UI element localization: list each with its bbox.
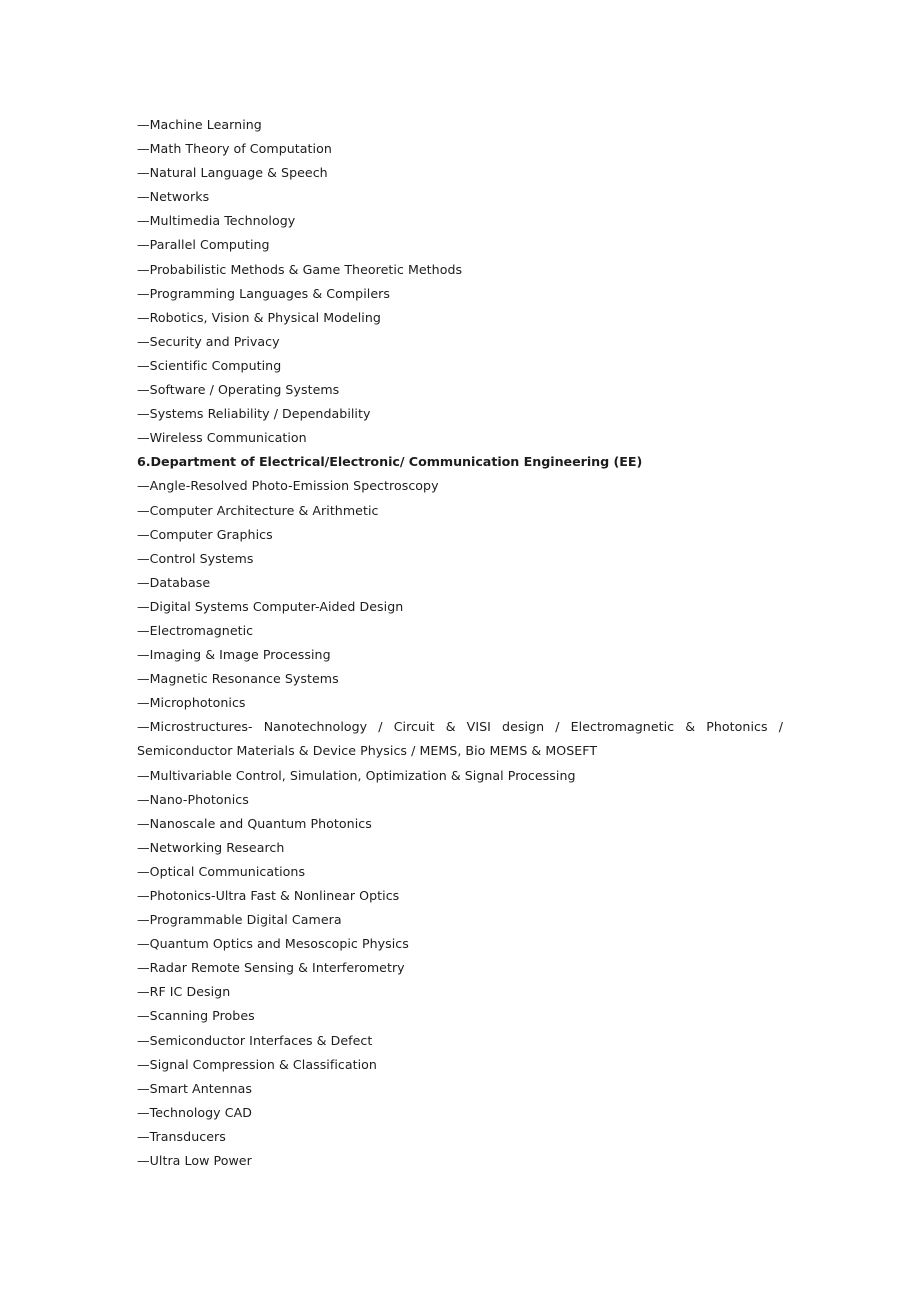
cs-list-item-6: —Probabilistic Methods & Game Theoretic …	[137, 261, 463, 277]
ee-list-item-b-3: —Networking Research	[137, 839, 285, 855]
ee-list-item-b-1: —Nano-Photonics	[137, 791, 249, 807]
cs-list-item-2: —Natural Language & Speech	[137, 165, 328, 181]
ee-microstructures-paragraph: —Microstructures- Nanotechnology / Circu…	[137, 715, 783, 763]
section-heading-ee: 6.Department of Electrical/Electronic/ C…	[137, 454, 643, 470]
ee-list-after-paragraph: —Multivariable Control, Simulation, Opti…	[137, 764, 783, 1174]
ee-list-item-b-8: —Radar Remote Sensing & Interferometry	[137, 960, 405, 976]
cs-list-item-9: —Security and Privacy	[137, 333, 280, 349]
ee-list-item-b-12: —Signal Compression & Classification	[137, 1056, 377, 1072]
ee-list-item-b-0: —Multivariable Control, Simulation, Opti…	[137, 767, 576, 783]
cs-list-item-0: —Machine Learning	[137, 117, 262, 132]
ee-list-item-b-6: —Programmable Digital Camera	[137, 912, 342, 928]
ee-list-item-6: —Electromagnetic	[137, 622, 254, 638]
ee-list-item-3: —Control Systems	[137, 550, 254, 566]
ee-list-item-5: —Digital Systems Computer-Aided Design	[137, 598, 404, 614]
ee-list-item-b-13: —Smart Antennas	[137, 1080, 252, 1096]
cs-list-item-5: —Parallel Computing	[137, 237, 270, 253]
ee-list-item-b-15: —Transducers	[137, 1128, 226, 1144]
ee-list-item-1: —Computer Architecture & Arithmetic	[137, 502, 379, 518]
document-page: —Machine Learning —Math Theory of Computa…	[0, 0, 920, 1302]
ee-list-item-b-9: —RF IC Design	[137, 984, 231, 1000]
cs-list-item-13: —Wireless Communication	[137, 430, 307, 446]
cs-list-item-8: —Robotics, Vision & Physical Modeling	[137, 309, 381, 325]
ee-list-item-b-4: —Optical Communications	[137, 863, 306, 879]
cs-list-item-7: —Programming Languages & Compilers	[137, 285, 390, 301]
cs-list-item-1: —Math Theory of Computation	[137, 141, 332, 157]
ee-list-item-4: —Database	[137, 574, 211, 590]
ee-list-item-2: —Computer Graphics	[137, 526, 273, 542]
cs-list-item-12: —Systems Reliability / Dependability	[137, 406, 371, 422]
cs-list-item-3: —Networks	[137, 189, 210, 205]
cs-list-item-4: —Multimedia Technology	[137, 213, 296, 229]
ee-list-item-7: —Imaging & Image Processing	[137, 647, 331, 663]
ee-list-item-b-10: —Scanning Probes	[137, 1008, 255, 1024]
ee-list-item-b-16: —Ultra Low Power	[137, 1153, 252, 1169]
ee-list-item-b-5: —Photonics-Ultra Fast & Nonlinear Optics	[137, 888, 400, 903]
ee-list-item-b-7: —Quantum Optics and Mesoscopic Physics	[137, 936, 409, 952]
cs-list-item-10: —Scientific Computing	[137, 357, 282, 373]
ee-list-item-0: —Angle-Resolved Photo-Emission Spectrosc…	[137, 478, 439, 494]
document-body: —Machine Learning —Math Theory of Computa…	[137, 113, 783, 1173]
cs-department-list: —Machine Learning —Math Theory of Computa…	[137, 113, 783, 450]
ee-microstructures-text: —Microstructures- Nanotechnology / Circu…	[137, 719, 783, 759]
cs-list-item-11: —Software / Operating Systems	[137, 382, 340, 398]
ee-list-item-8: —Magnetic Resonance Systems	[137, 671, 339, 687]
ee-list-item-b-2: —Nanoscale and Quantum Photonics	[137, 815, 372, 831]
ee-list-item-b-11: —Semiconductor Interfaces & Defect	[137, 1032, 373, 1048]
ee-list-before-paragraph: —Angle-Resolved Photo-Emission Spectrosc…	[137, 474, 783, 715]
ee-list-item-b-14: —Technology CAD	[137, 1104, 252, 1120]
ee-list-item-9: —Microphotonics	[137, 695, 246, 711]
